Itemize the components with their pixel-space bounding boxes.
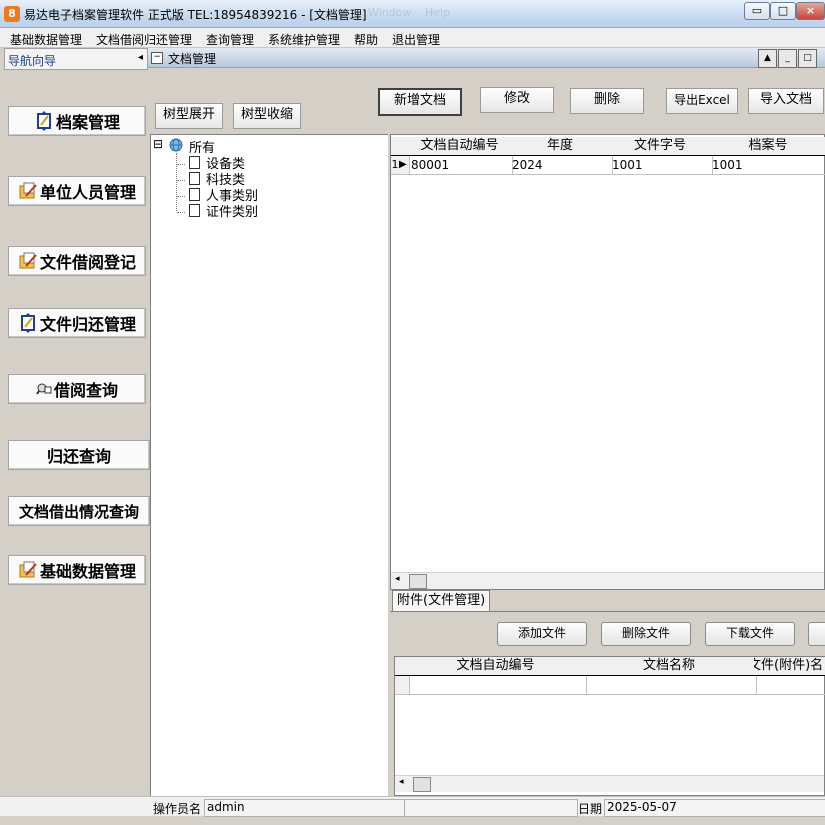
tree-node-certificates[interactable]: 证件类别 [177, 201, 258, 220]
table-cell[interactable]: 1001 [610, 156, 713, 175]
nav-item-label: 单位人员管理 [39, 183, 136, 202]
table-cell[interactable] [754, 676, 825, 695]
nav-panel: 档案管理 单位人员管理 文件借阅登记 文件归还管理 借阅查询 归还查询 文档借出… [4, 70, 150, 796]
delete-button[interactable]: 删除 [570, 88, 644, 114]
tab-attachments[interactable]: 附件(文件管理) [392, 590, 491, 612]
window-title: 易达电子档案管理软件 正式版 TEL:18954839216 - [文档管理] [24, 8, 367, 22]
scroll-up-icon[interactable]: ▲ [758, 49, 777, 68]
column-header[interactable]: 文档名称 [584, 657, 755, 676]
nav-unit-personnel[interactable]: 单位人员管理 [8, 176, 146, 206]
export-excel-button[interactable]: 导出Excel [666, 88, 738, 114]
date-label: 日期 [578, 802, 603, 816]
document-icon [189, 204, 200, 217]
category-tree: ⊟ 所有 设备类 科技类 人事类别 证件类别 [150, 134, 388, 796]
nav-basic-data-management[interactable]: 基础数据管理 [8, 555, 146, 585]
nav-borrow-query[interactable]: 借阅查询 [8, 374, 146, 404]
column-header[interactable]: 文件字号 [610, 137, 711, 156]
documents-grid: 文档自动编号 年度 文件字号 档案号 1 ▶ 80001 2024 1001 1… [390, 134, 825, 590]
operator-label: 操作员名 [153, 802, 202, 816]
column-header[interactable]: 文件(附件)名 [754, 657, 825, 676]
nav-item-label: 基础数据管理 [39, 562, 136, 581]
menu-bar: 基础数据管理 文档借阅归还管理 查询管理 系统维护管理 帮助 退出管理 [0, 28, 825, 48]
nav-archive-management[interactable]: 档案管理 [8, 106, 146, 136]
close-button[interactable]: × [796, 2, 825, 20]
scrollbar-thumb[interactable] [409, 574, 427, 589]
table-cell[interactable]: 2024 [510, 156, 613, 175]
document-icon [189, 188, 200, 201]
nav-item-label: 档案管理 [55, 113, 120, 132]
folder-edit-icon [18, 181, 38, 201]
archive-arrows-icon [34, 111, 54, 131]
row-indicator-header [391, 137, 410, 156]
import-document-button[interactable]: 导入文档 [748, 88, 824, 114]
doc-panel-title: 文档管理 [168, 52, 217, 66]
nav-item-label: 文件借阅登记 [39, 253, 136, 272]
add-file-button[interactable]: 添加文件 [497, 622, 587, 646]
status-bar: 操作员名 admin 日期 2025-05-07 [0, 796, 825, 817]
maximize-button[interactable]: □ [770, 2, 796, 20]
table-cell[interactable]: 1001 [710, 156, 825, 175]
nav-item-label: 归还查询 [46, 447, 111, 466]
document-icon [189, 172, 200, 185]
scrollbar-thumb[interactable] [413, 777, 431, 792]
folder-edit-icon [18, 251, 38, 271]
scroll-left-icon[interactable]: ◂ [395, 574, 400, 584]
document-icon [189, 156, 200, 169]
menu-basic-data[interactable]: 基础数据管理 [10, 31, 82, 48]
operator-value: admin [204, 799, 408, 817]
menu-system-maintenance[interactable]: 系统维护管理 [268, 31, 340, 48]
nav-item-label: 文档借出情况查询 [18, 502, 139, 521]
download-file-button[interactable]: 下载文件 [705, 622, 795, 646]
folder-edit-icon [18, 560, 38, 580]
archive-arrows-icon [18, 313, 38, 333]
delete-file-button[interactable]: 删除文件 [601, 622, 691, 646]
table-cell[interactable] [584, 676, 757, 695]
attachments-grid: 文档自动编号 文档名称 文件(附件)名 ◂ [394, 656, 825, 796]
date-value: 2025-05-07 [604, 799, 825, 817]
tree-collapse-button[interactable]: 树型收缩 [233, 103, 301, 129]
ghost-menu-window: Window [368, 6, 412, 19]
nav-collapse-arrow[interactable]: ◂ [138, 52, 143, 63]
globe-icon [169, 138, 183, 152]
tab-divider [390, 611, 825, 612]
attachments-horizontal-scrollbar[interactable]: ◂ [395, 775, 824, 792]
doc-panel-header: − 文档管理 ▲ _ □ [148, 48, 825, 68]
menu-borrow-return[interactable]: 文档借阅归还管理 [96, 31, 192, 48]
nav-title: 导航向导 [8, 54, 57, 68]
search-person-icon [36, 379, 52, 399]
menu-query[interactable]: 查询管理 [206, 31, 254, 48]
nav-borrow-status-query[interactable]: 文档借出情况查询 [8, 496, 150, 526]
table-cell[interactable]: 80001 [409, 156, 513, 175]
column-header[interactable]: 文档自动编号 [407, 657, 585, 676]
tree-expand-button[interactable]: 树型展开 [155, 103, 223, 129]
tree-toggle-icon[interactable]: ⊟ [153, 137, 163, 151]
nav-item-label: 文件归还管理 [39, 315, 136, 334]
more-file-button[interactable] [808, 622, 825, 646]
child-maximize-button[interactable]: □ [798, 49, 817, 68]
grid-horizontal-scrollbar[interactable]: ◂ [391, 572, 824, 589]
pane-splitter[interactable] [388, 134, 390, 796]
nav-file-borrow-register[interactable]: 文件借阅登记 [8, 246, 146, 276]
menu-exit[interactable]: 退出管理 [392, 31, 440, 48]
column-header[interactable]: 文档自动编号 [409, 137, 511, 156]
nav-return-query[interactable]: 归还查询 [8, 440, 150, 470]
nav-item-label: 借阅查询 [53, 381, 118, 400]
menu-help[interactable]: 帮助 [354, 31, 378, 48]
column-header[interactable]: 档案号 [710, 137, 825, 156]
ghost-menu-help: Help [425, 6, 451, 19]
app-icon: 8 [4, 6, 20, 22]
child-minimize-button[interactable]: _ [778, 49, 797, 68]
scroll-left-icon[interactable]: ◂ [399, 777, 404, 787]
nav-file-return-management[interactable]: 文件归还管理 [8, 308, 146, 338]
title-bar: 8 易达电子档案管理软件 正式版 TEL:18954839216 - [文档管理… [0, 0, 825, 28]
edit-button[interactable]: 修改 [480, 87, 554, 113]
status-empty-box [404, 799, 578, 817]
minimize-button[interactable]: ▭ [744, 2, 770, 20]
add-document-button[interactable]: 新增文档 [378, 88, 462, 116]
table-cell[interactable] [407, 676, 587, 695]
column-header[interactable]: 年度 [510, 137, 611, 156]
tree-node-label: 证件类别 [206, 205, 259, 220]
nav-header: 导航向导 ◂ [4, 48, 148, 70]
panel-collapse-icon[interactable]: − [151, 52, 163, 64]
